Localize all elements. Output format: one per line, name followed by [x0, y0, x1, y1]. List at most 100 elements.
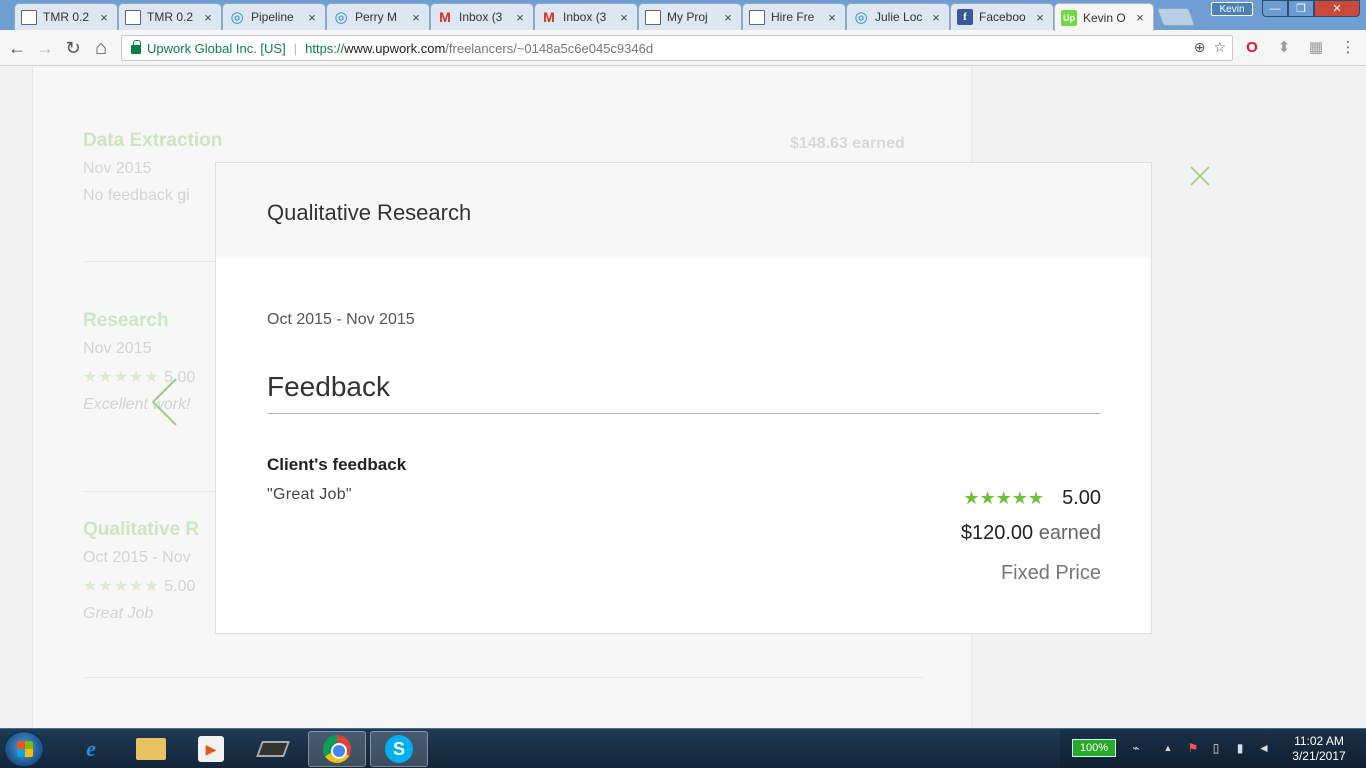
tab-title: My Proj [667, 10, 708, 24]
minimize-button[interactable]: — [1262, 0, 1288, 17]
browser-tab[interactable]: TMR 0.2 × [118, 3, 222, 30]
browser-tab[interactable]: M Inbox (3 × [534, 3, 638, 30]
tab-close-icon[interactable]: × [721, 10, 735, 25]
job-date: Oct 2015 - Nov [83, 549, 191, 566]
tab-close-icon[interactable]: × [617, 10, 631, 25]
profile-button[interactable]: Kevin [1211, 2, 1253, 16]
doc-icon [645, 9, 661, 25]
doc-icon [125, 9, 141, 25]
work-history-item[interactable]: Qualitative R Oct 2015 - Nov ★★★★★ 5.00 … [83, 519, 199, 623]
taskbar-file-explorer[interactable] [122, 731, 180, 767]
maximize-button[interactable]: ❐ [1288, 0, 1314, 17]
tab-close-icon[interactable]: × [201, 10, 215, 25]
tab-title: TMR 0.2 [43, 10, 90, 24]
tab-close-icon[interactable]: × [97, 10, 111, 25]
job-earned: $148.63 earned [790, 135, 905, 152]
upwork-icon: Up [1061, 9, 1077, 26]
work-history-item[interactable]: Data Extraction Nov 2015 No feedback gi [83, 130, 222, 205]
start-button[interactable] [4, 731, 44, 767]
extension-icon[interactable]: ⬍ [1274, 38, 1294, 58]
battery-indicator[interactable]: 100% [1072, 739, 1116, 757]
facebook-icon: f [957, 9, 973, 25]
taskbar-internet-explorer[interactable]: e [62, 731, 120, 767]
browser-tab-active[interactable]: Up Kevin O × [1054, 3, 1154, 31]
device-icon[interactable]: ▯ [1208, 740, 1224, 756]
folder-icon [136, 738, 166, 760]
reload-icon[interactable]: ↻ [63, 38, 83, 58]
browser-tab[interactable]: Hire Fre × [742, 3, 846, 30]
taskbar-chrome[interactable] [308, 731, 366, 767]
site-identity[interactable]: Upwork Global Inc. [US] [147, 41, 286, 56]
volume-muted-icon[interactable]: ◄ [1256, 740, 1272, 756]
laptop-icon [256, 741, 290, 757]
pipedrive-icon: ◎ [334, 9, 348, 26]
new-tab-button[interactable] [1156, 8, 1196, 26]
modal-title: Qualitative Research [267, 200, 472, 225]
client-feedback-label: Client's feedback [267, 455, 407, 474]
tab-close-icon[interactable]: × [1033, 10, 1047, 25]
browser-tab[interactable]: ◎ Pipeline × [222, 3, 326, 30]
previous-arrow-icon[interactable] [150, 377, 180, 427]
job-title[interactable]: Data Extraction [83, 130, 222, 152]
rating-stars-icon: ★★★★★ [963, 488, 1045, 508]
rating-row: ★★★★★ 5.00 [963, 487, 1101, 510]
tab-title: Faceboo [979, 10, 1026, 24]
page-content: Data Extraction Nov 2015 No feedback gi … [0, 67, 1366, 728]
skype-icon: S [385, 735, 413, 763]
back-arrow-icon[interactable]: ← [7, 38, 27, 58]
browser-tab[interactable]: TMR 0.2 × [14, 3, 118, 30]
rating-stars-icon: ★★★★★ [83, 578, 160, 595]
zoom-icon[interactable]: ⊕ [1194, 39, 1206, 56]
tab-title: Hire Fre [771, 10, 815, 24]
taskbar-laptop-app[interactable] [244, 731, 302, 767]
tab-close-icon[interactable]: × [513, 10, 527, 25]
address-separator: | [293, 40, 298, 56]
address-bar[interactable]: Upwork Global Inc. [US] | https:// www.u… [121, 35, 1233, 61]
browser-tab[interactable]: ◎ Perry M × [326, 3, 430, 30]
earned-amount: $120.00 earned [961, 522, 1101, 545]
close-modal-icon[interactable] [1189, 165, 1211, 187]
url-host: www.upwork.com [344, 40, 446, 56]
tab-close-icon[interactable]: × [825, 10, 839, 25]
opera-extension-icon[interactable]: O [1242, 38, 1262, 58]
clock-date: 3/21/2017 [1292, 749, 1346, 763]
windows-logo-icon [17, 741, 33, 757]
system-clock[interactable]: 11:02 AM 3/21/2017 [1284, 734, 1354, 764]
bookmark-star-icon[interactable]: ☆ [1213, 39, 1226, 56]
chrome-icon [323, 735, 351, 763]
tab-title: TMR 0.2 [147, 10, 194, 24]
client-feedback-text: "Great Job" [267, 486, 352, 503]
job-date: Nov 2015 [83, 160, 152, 177]
network-plug-icon[interactable]: ⌁ [1128, 740, 1144, 756]
job-title[interactable]: Research [83, 310, 195, 332]
tab-close-icon[interactable]: × [1133, 10, 1147, 25]
show-hidden-icons-icon[interactable]: ▲ [1160, 740, 1176, 756]
clock-time: 11:02 AM [1294, 734, 1344, 748]
taskbar-skype[interactable]: S [370, 731, 428, 767]
signal-bars-icon[interactable]: ▮ [1232, 740, 1248, 756]
browser-tab[interactable]: M Inbox (3 × [430, 3, 534, 30]
tab-close-icon[interactable]: × [929, 10, 943, 25]
close-window-button[interactable]: ✕ [1314, 0, 1360, 17]
tab-close-icon[interactable]: × [305, 10, 319, 25]
home-icon[interactable]: ⌂ [91, 38, 111, 58]
tab-close-icon[interactable]: × [409, 10, 423, 25]
doc-icon [21, 9, 37, 25]
action-center-flag-icon[interactable]: ⚑ [1185, 740, 1201, 756]
chrome-menu-icon[interactable]: ⋮ [1338, 38, 1358, 58]
extension-icon[interactable]: ▦ [1306, 38, 1326, 58]
browser-tab[interactable]: f Faceboo × [950, 3, 1054, 30]
feedback-heading: Feedback [267, 371, 1101, 414]
browser-tab[interactable]: ◎ Julie Loc × [846, 3, 950, 30]
tab-title: Kevin O [1083, 10, 1126, 25]
browser-tab[interactable]: My Proj × [638, 3, 742, 30]
modal-header: Qualitative Research [216, 163, 1151, 257]
job-details-modal: Qualitative Research Oct 2015 - Nov 2015… [215, 162, 1152, 634]
gmail-icon: M [439, 9, 451, 25]
earned-label: earned [1038, 522, 1101, 544]
job-title[interactable]: Qualitative R [83, 519, 199, 541]
taskbar-media-player[interactable]: ▶ [182, 731, 240, 767]
rating-score: 5.00 [1062, 487, 1101, 509]
forward-arrow-icon[interactable]: → [35, 38, 55, 58]
job-score: 5.00 [164, 578, 196, 595]
